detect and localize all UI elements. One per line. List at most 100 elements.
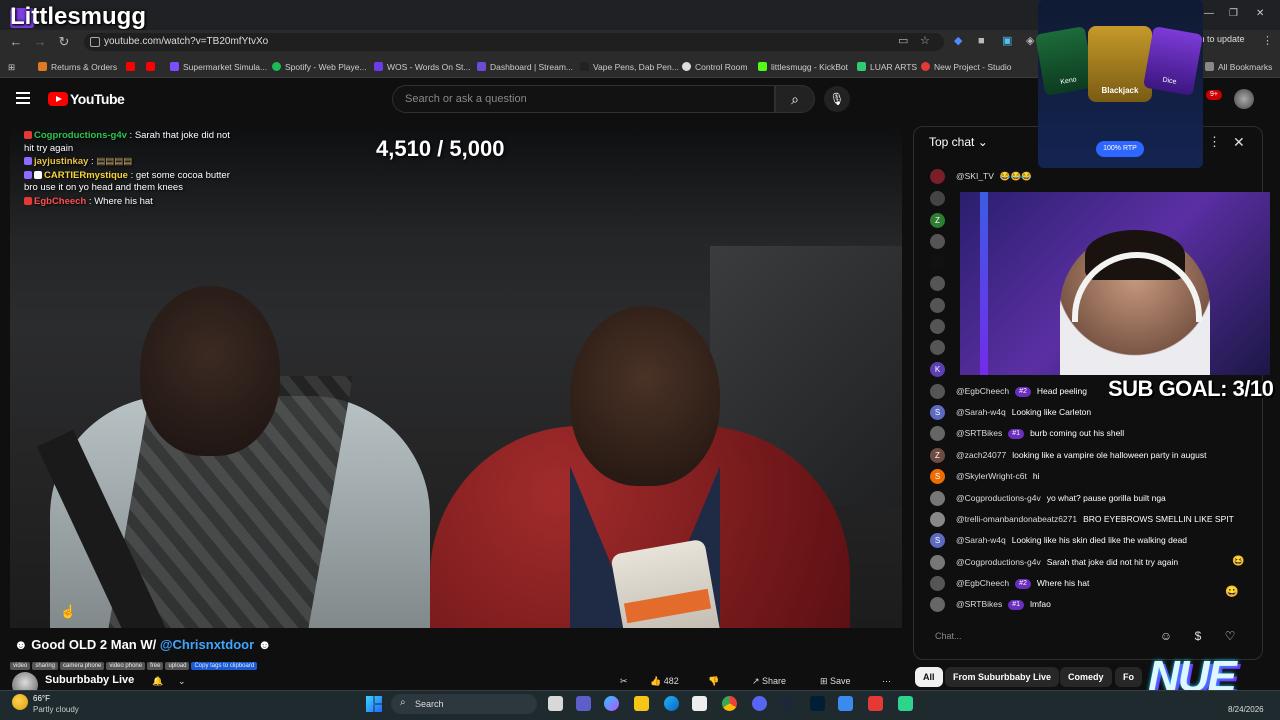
edge-icon[interactable] [664,696,679,711]
copy-tags-button[interactable]: Copy tags to clipboard [191,662,258,670]
microphone-icon[interactable]: 🎙 [824,86,850,112]
extension-icon[interactable]: ■ [978,35,990,47]
youtube-bookmark-icon[interactable] [126,60,139,74]
tag[interactable]: upload [165,662,190,670]
notepad-icon[interactable] [838,696,853,711]
bookmark-supermarket[interactable]: Supermarket Simula... [170,60,267,74]
search-icon[interactable]: ⌕ [775,85,815,113]
tag[interactable]: sharing [32,662,59,670]
more-options-icon[interactable]: ⋮ [1208,134,1221,150]
account-avatar[interactable] [1234,89,1254,109]
chat-username[interactable]: @Cogproductions-g4v Sarah that joke did n… [956,554,1178,570]
chat-username[interactable]: @SkylerWright-c6t hi [956,468,1039,484]
avatar[interactable]: Z [930,213,945,228]
cast-icon[interactable]: ▭ [898,35,910,47]
chat-username[interactable]: @SRTBikes #1 lmfao [956,596,1051,612]
extension-icon[interactable]: ▣ [1002,35,1014,47]
all-bookmarks-button[interactable]: All Bookmarks [1205,60,1272,74]
weather-icon[interactable] [12,694,28,710]
avatar[interactable]: S [930,533,945,548]
chat-username[interactable]: @SKI_TV 😂😂😂 [956,168,1032,184]
url-field[interactable]: youtube.com/watch?v=TB20mfYtvXo [84,33,944,51]
chat-username[interactable]: @SRTBikes #1 burb coming out his shell [956,425,1124,441]
avatar[interactable] [930,384,945,399]
maximize-icon[interactable]: ❐ [1229,8,1238,19]
youtube-bookmark-icon[interactable] [146,60,159,74]
youtube-logo-icon[interactable] [48,92,68,106]
menu-icon[interactable] [16,92,30,104]
avatar[interactable]: Z [930,448,945,463]
avatar[interactable] [930,191,945,206]
avatar[interactable] [930,597,945,612]
avatar[interactable] [930,234,945,249]
avatar[interactable] [930,426,945,441]
mention-link[interactable]: @Chrisnxtdoor [160,637,254,652]
weather-description[interactable]: Partly cloudy [33,705,79,714]
chip-comedy[interactable]: Comedy [1060,667,1112,687]
avatar[interactable] [930,298,945,313]
tag[interactable]: video [10,662,31,670]
bookmark-kickbot[interactable]: littlesmugg - KickBot [758,60,848,74]
chat-username[interactable]: @zach24077 looking like a vampire ole hal… [956,447,1206,463]
discord-icon[interactable] [752,696,767,711]
photoshop-icon[interactable] [810,696,825,711]
chat-username[interactable]: @Cogproductions-g4v yo what? pause gorill… [956,490,1166,506]
store-icon[interactable] [692,696,707,711]
avatar[interactable] [930,169,945,184]
chat-username[interactable]: @Sarah-w4q Looking like his skin died lik… [956,532,1187,548]
bookmark-wos[interactable]: WOS - Words On St... [374,60,470,74]
chip-more[interactable]: Fo [1115,667,1142,687]
notification-badge[interactable]: 9+ [1206,90,1222,100]
avatar[interactable] [930,276,945,291]
avatar[interactable]: S [930,405,945,420]
reload-icon[interactable]: ↻ [56,34,72,50]
chrome-menu-icon[interactable]: ⋮ [1262,35,1274,47]
bookmark-new-project[interactable]: New Project - Studio [921,60,1011,74]
extension-icon[interactable]: ◆ [954,35,966,47]
tag[interactable]: camera phone [60,662,105,670]
search-input[interactable]: Search or ask a question [392,85,775,113]
tag[interactable]: free [147,662,164,670]
bookmark-vape[interactable]: Vape Pens, Dab Pen... [580,60,679,74]
app-icon[interactable] [868,696,883,711]
channel-name[interactable]: Suburbbaby Live [45,674,134,686]
chat-username[interactable]: @EgbCheech #2 Head peeling [956,383,1087,399]
back-icon[interactable]: ← [8,34,24,50]
avatar[interactable] [930,512,945,527]
apps-grid-icon[interactable]: ⊞ [8,60,15,74]
avatar[interactable] [930,340,945,355]
avatar[interactable] [930,319,945,334]
bookmark-spotify[interactable]: Spotify - Web Playe... [272,60,367,74]
top-chat-dropdown[interactable]: Top chat ⌄ [929,135,988,149]
avatar[interactable] [930,255,945,270]
avatar[interactable] [930,576,945,591]
chat-input[interactable]: Chat... [925,625,1155,647]
weather-temperature[interactable]: 66°F [33,694,50,703]
emoji-icon[interactable]: ☺ [1158,628,1174,644]
avatar[interactable]: K [930,362,945,377]
forward-icon[interactable]: → [32,34,48,50]
chat-username[interactable]: @EgbCheech #2 Where his hat [956,575,1089,591]
minimize-icon[interactable]: — [1204,8,1214,19]
file-explorer-icon[interactable] [634,696,649,711]
site-info-icon[interactable] [90,37,100,47]
avatar[interactable]: S [930,469,945,484]
taskbar-date[interactable]: 8/24/2026 [1228,705,1264,714]
close-chat-icon[interactable]: ✕ [1233,134,1245,151]
copilot-icon[interactable] [604,696,619,711]
chip-from-channel[interactable]: From Suburbbaby Live [945,667,1060,687]
avatar[interactable] [930,555,945,570]
bookmark-control-room[interactable]: Control Room [682,60,747,74]
teams-icon[interactable] [576,696,591,711]
chip-all[interactable]: All [915,667,943,687]
bookmark-luar-arts[interactable]: LUAR ARTS [857,60,917,74]
task-view-icon[interactable] [548,696,563,711]
close-window-icon[interactable]: ✕ [1256,8,1264,19]
youtube-logo-text[interactable]: YouTube [70,91,125,107]
bookmark-returns[interactable]: Returns & Orders [38,60,117,74]
super-chat-icon[interactable]: $ [1190,628,1206,644]
avatar[interactable] [930,491,945,506]
taskbar-search[interactable]: Search [391,694,537,714]
bookmark-dashboard[interactable]: Dashboard | Stream... [477,60,573,74]
tag[interactable]: video phone [106,662,146,670]
